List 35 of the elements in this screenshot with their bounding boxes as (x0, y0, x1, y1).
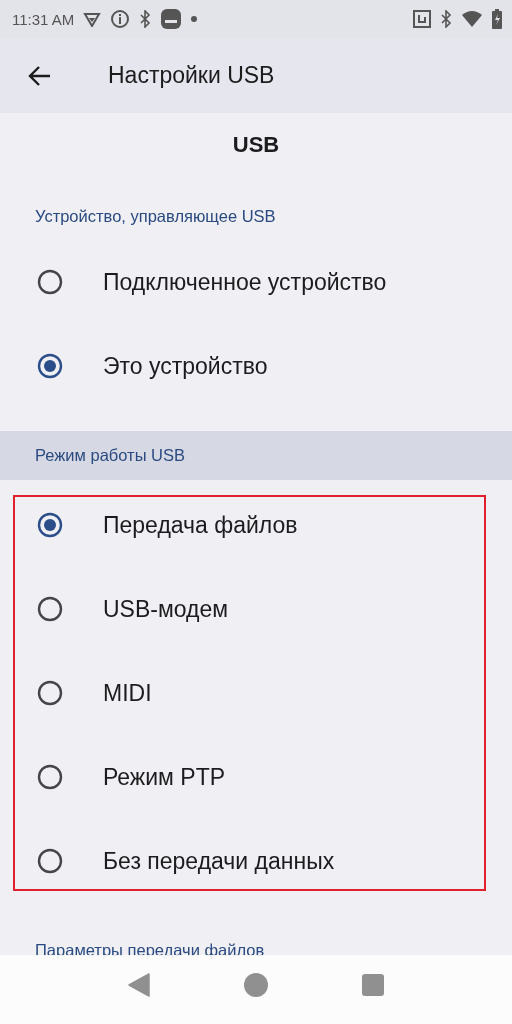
app-notification-icon (160, 8, 183, 30)
radio-button[interactable] (37, 269, 63, 295)
screen-title: Настройки USB (108, 62, 275, 89)
wifi-icon (461, 10, 483, 28)
section-header: Параметры передачи файлов (34, 940, 265, 960)
section-header-band: Режим работы USB (0, 431, 512, 480)
home-icon (244, 972, 268, 997)
more-notifications-icon (191, 16, 198, 22)
bluetooth-icon (440, 10, 452, 28)
radio-button[interactable] (37, 353, 63, 379)
option-label[interactable]: Подключенное устройство (103, 268, 387, 296)
radio-button[interactable] (37, 512, 63, 538)
radio-button[interactable] (37, 764, 63, 790)
section-header: Устройство, управляющее USB (34, 205, 277, 227)
recents-button[interactable] (362, 973, 384, 996)
option-label[interactable]: MIDI (103, 679, 152, 707)
option-label[interactable]: Это устройство (103, 352, 268, 380)
vpn-icon (83, 11, 102, 27)
radio-button[interactable] (37, 680, 63, 706)
option-label[interactable]: USB-модем (103, 595, 229, 623)
radio-button[interactable] (37, 848, 63, 874)
home-button[interactable] (244, 972, 268, 997)
back-arrow-icon (28, 63, 52, 88)
nfc-icon (413, 10, 431, 28)
bluetooth-icon (139, 10, 152, 28)
recents-icon (362, 973, 384, 996)
status-time: 11:31 AM (12, 10, 75, 28)
battery-icon (492, 9, 502, 29)
radio-button[interactable] (37, 596, 63, 622)
option-label[interactable]: Без передачи данных (103, 847, 335, 875)
info-icon (110, 9, 131, 29)
back-icon (128, 972, 150, 997)
page-heading: USB (231, 131, 281, 159)
option-label[interactable]: Передача файлов (103, 511, 298, 539)
option-label[interactable]: Режим PTP (103, 763, 226, 791)
